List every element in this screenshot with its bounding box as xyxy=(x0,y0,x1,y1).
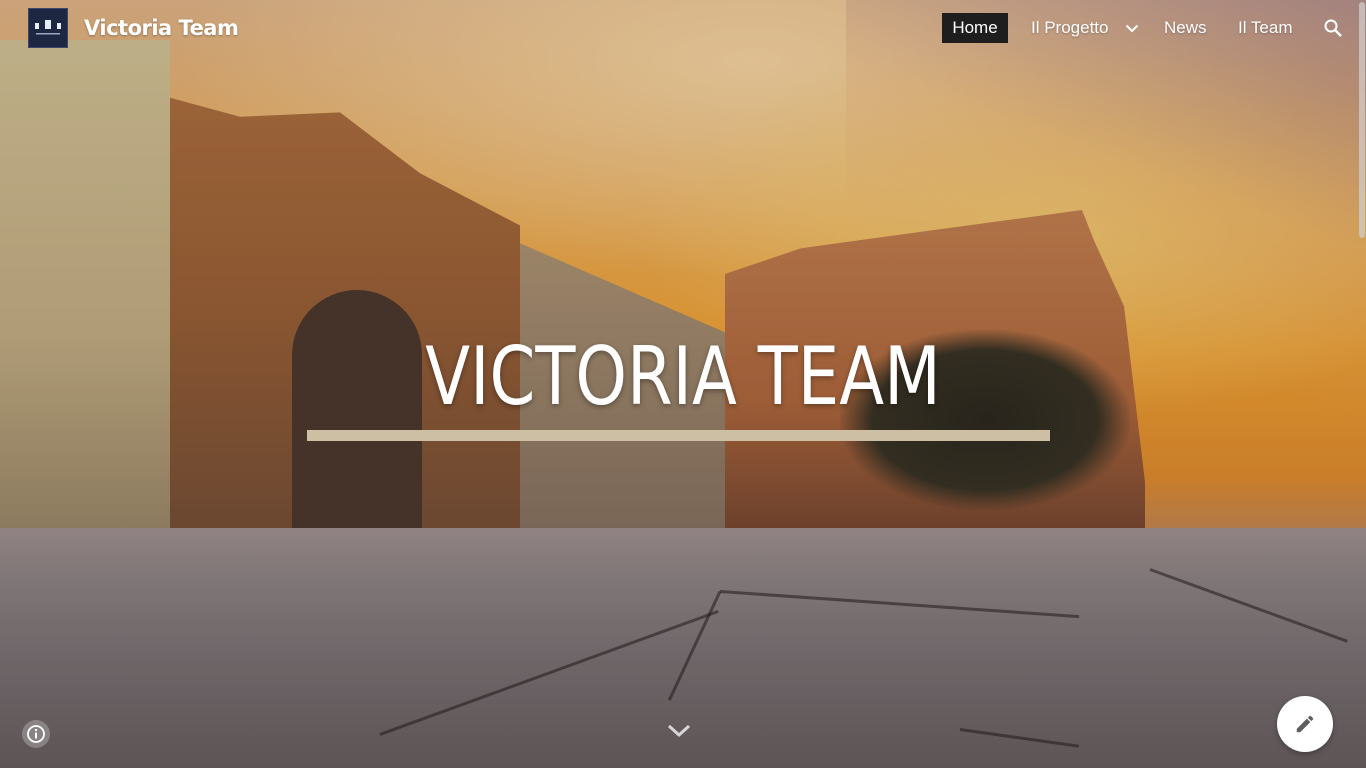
site-header: Victoria Team Home Il Progetto News Il T… xyxy=(0,0,1366,56)
nav-item-home[interactable]: Home xyxy=(942,13,1008,43)
info-icon[interactable] xyxy=(22,720,50,748)
pencil-icon xyxy=(1296,715,1314,733)
hero-title: VICTORIA TEAM xyxy=(425,330,941,423)
nav-item-il-team[interactable]: Il Team xyxy=(1228,13,1303,43)
nav-item-news[interactable]: News xyxy=(1154,13,1217,43)
hero-divider xyxy=(307,430,1050,441)
main-nav: Home Il Progetto News Il Team xyxy=(0,13,1366,43)
search-icon[interactable] xyxy=(1320,13,1346,43)
scrollbar-thumb[interactable] xyxy=(1359,2,1365,238)
edit-button[interactable] xyxy=(1277,696,1333,752)
page: Victoria Team Home Il Progetto News Il T… xyxy=(0,0,1366,768)
chevron-down-icon[interactable] xyxy=(1122,13,1142,43)
nav-item-il-progetto[interactable]: Il Progetto xyxy=(1021,13,1119,43)
scroll-down-chevron-icon[interactable] xyxy=(664,718,694,744)
page-scrollbar[interactable] xyxy=(1358,0,1366,768)
